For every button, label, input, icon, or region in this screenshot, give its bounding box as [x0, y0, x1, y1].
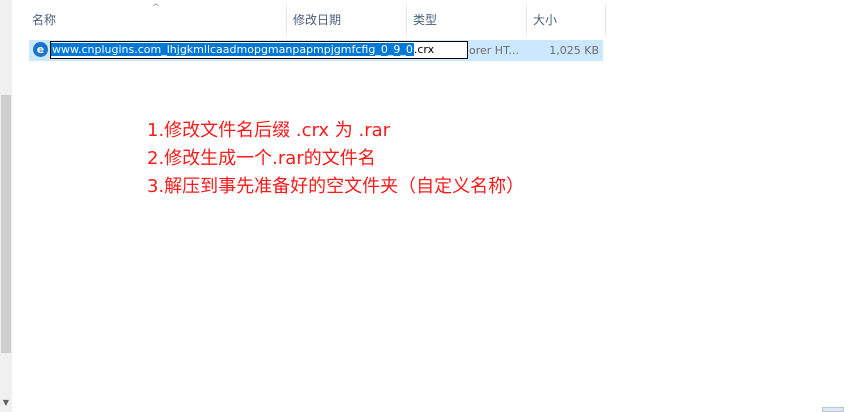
file-size-cell: 1,025 KB	[549, 44, 599, 57]
ie-icon: e	[33, 42, 48, 57]
column-header-type[interactable]: 类型	[405, 0, 526, 38]
column-divider[interactable]	[605, 5, 606, 35]
status-indicator	[822, 407, 844, 412]
vertical-scrollbar[interactable]: ▼	[0, 0, 12, 412]
file-extension-text: .crx	[413, 43, 435, 56]
instruction-step-1: 1.修改文件名后缀 .crx 为 .rar	[147, 120, 391, 141]
instruction-step-2: 2.修改生成一个.rar的文件名	[147, 148, 376, 169]
column-header-bar: ^ 名称 修改日期 类型 大小	[12, 0, 612, 38]
scroll-down-arrow-icon[interactable]: ▼	[0, 394, 12, 412]
selected-name-text: www.cnplugins.com_lhjgkmllcaadmopgmanpap…	[51, 43, 414, 56]
instruction-step-3: 3.解压到事先准备好的空文件夹（自定义名称）	[147, 176, 525, 197]
column-header-name[interactable]: 名称	[24, 0, 286, 38]
rename-input[interactable]: www.cnplugins.com_lhjgkmllcaadmopgmanpap…	[50, 41, 468, 59]
column-header-modified[interactable]: 修改日期	[285, 0, 406, 38]
file-type-cell: orer HT...	[469, 44, 519, 57]
file-row[interactable]: e www.cnplugins.com_lhjgkmllcaadmopgmanp…	[29, 40, 603, 61]
instruction-notes: 1.修改文件名后缀 .crx 为 .rar 2.修改生成一个.rar的文件名 3…	[147, 117, 707, 201]
scrollbar-thumb[interactable]	[1, 95, 11, 353]
column-header-size[interactable]: 大小	[525, 0, 605, 38]
